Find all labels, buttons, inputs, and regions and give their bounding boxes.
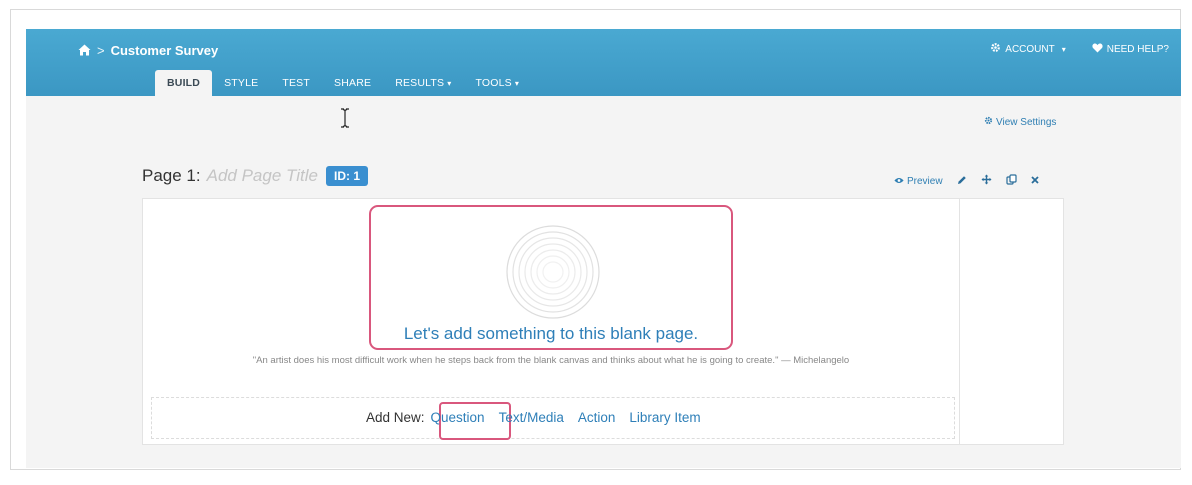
- add-library-item-link[interactable]: Library Item: [629, 410, 700, 425]
- page-tools: Preview: [894, 174, 1039, 188]
- preview-label: Preview: [907, 175, 943, 187]
- add-action-link[interactable]: Action: [578, 410, 616, 425]
- breadcrumb: > Customer Survey: [78, 41, 218, 59]
- add-question-link[interactable]: Question: [431, 410, 485, 425]
- help-label: NEED HELP?: [1106, 43, 1169, 55]
- page-id-badge: ID: 1: [325, 166, 368, 186]
- text-cursor-icon: [340, 108, 350, 133]
- tab-label: SHARE: [334, 77, 372, 89]
- tab-label: RESULTS: [395, 77, 445, 89]
- blank-page-message: Let's add something to this blank page.: [403, 324, 699, 343]
- pencil-icon: [957, 175, 967, 188]
- header-actions: ACCOUNT ▾ NEED HELP?: [990, 42, 1169, 56]
- page-canvas: Let's add something to this blank page. …: [142, 198, 1064, 445]
- home-icon[interactable]: [78, 44, 91, 56]
- tab-style[interactable]: STYLE: [212, 70, 270, 96]
- page-label: Page 1:: [142, 166, 201, 185]
- need-help-link[interactable]: NEED HELP?: [1092, 43, 1169, 56]
- add-text-media-link[interactable]: Text/Media: [499, 410, 564, 425]
- add-new-bar: Add New: Question Text/Media Action Libr…: [151, 397, 955, 440]
- tab-results[interactable]: RESULTS ▾: [383, 70, 463, 96]
- page-header: Page 1: Add Page Title ID: 1: [142, 166, 368, 186]
- tab-share[interactable]: SHARE: [322, 70, 383, 96]
- chevron-down-icon: ▾: [1061, 44, 1066, 54]
- add-new-label: Add New:: [366, 410, 425, 425]
- tab-build[interactable]: BUILD: [155, 70, 213, 96]
- preview-button[interactable]: Preview: [894, 176, 943, 187]
- tab-test[interactable]: TEST: [270, 70, 322, 96]
- copy-page-button[interactable]: [1005, 174, 1017, 188]
- gear-icon: [984, 116, 993, 128]
- tab-label: STYLE: [224, 77, 259, 89]
- main-tabs: BUILD STYLE TEST SHARE RESULTS ▾ TOOLS ▾: [155, 70, 531, 96]
- breadcrumb-separator: >: [97, 42, 105, 58]
- michelangelo-quote: "An artist does his most difficult work …: [252, 355, 850, 366]
- edit-page-button[interactable]: [957, 175, 967, 188]
- top-navigation-bar: > Customer Survey BUILD STYLE TEST SHARE…: [26, 29, 1181, 96]
- move-icon: [981, 174, 992, 188]
- account-menu[interactable]: ACCOUNT ▾: [990, 42, 1066, 56]
- tab-label: BUILD: [167, 77, 201, 89]
- eye-icon: [894, 176, 904, 187]
- heart-icon: [1092, 43, 1103, 56]
- close-icon: [1030, 175, 1039, 187]
- page-title-input[interactable]: Add Page Title: [207, 166, 318, 186]
- survey-title-link[interactable]: Customer Survey: [111, 43, 219, 58]
- copy-icon: [1005, 174, 1017, 188]
- delete-page-button[interactable]: [1030, 175, 1039, 187]
- builder-content: View Settings Page 1: Add Page Title ID:…: [26, 96, 1181, 468]
- gear-icon: [990, 42, 1001, 56]
- view-settings-label: View Settings: [996, 116, 1057, 128]
- chevron-down-icon: ▾: [514, 79, 520, 88]
- view-settings-link[interactable]: View Settings: [984, 116, 1056, 128]
- canvas-divider: [959, 199, 960, 444]
- blank-rings-icon: [505, 224, 601, 325]
- tab-label: TEST: [282, 77, 310, 89]
- blank-page-highlight: Let's add something to this blank page.: [369, 205, 733, 350]
- add-new-options: Add New: Question Text/Media Action Libr…: [366, 410, 701, 425]
- tab-label: TOOLS: [475, 77, 512, 89]
- tab-tools[interactable]: TOOLS ▾: [463, 70, 531, 96]
- account-label: ACCOUNT: [1005, 43, 1055, 55]
- move-page-button[interactable]: [981, 174, 992, 188]
- chevron-down-icon: ▾: [447, 79, 452, 88]
